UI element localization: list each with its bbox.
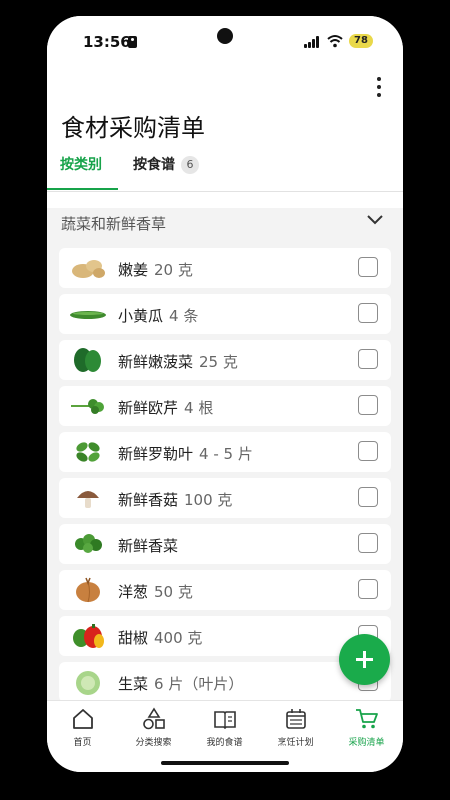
item-name: 洋葱 (118, 583, 149, 601)
tab-by-category[interactable]: 按类别 (60, 154, 102, 174)
nav-category-search[interactable]: 分类搜索 (118, 707, 189, 748)
more-menu-icon[interactable] (367, 74, 391, 102)
bell-pepper-icon (73, 624, 104, 648)
spinach-icon (74, 348, 101, 372)
tab-label: 按食谱 (133, 157, 175, 173)
status-bar: 13:56 78 (47, 16, 403, 68)
nav-label: 我的食谱 (206, 738, 243, 748)
tab-label: 按类别 (60, 157, 102, 173)
shapes-icon (143, 707, 165, 730)
mushroom-icon (77, 491, 99, 508)
item-quantity: 4 根 (184, 399, 214, 417)
active-tab-indicator (47, 188, 118, 190)
item-quantity: 25 克 (199, 353, 238, 371)
cucumber-icon (70, 311, 106, 319)
item-quantity: 20 克 (154, 261, 193, 279)
list-item[interactable]: 新鲜香菜 (59, 524, 391, 564)
lettuce-icon (76, 671, 100, 695)
book-icon (214, 711, 236, 730)
list-item[interactable]: 洋葱 50 克 (59, 570, 391, 610)
item-quantity: 4 条 (169, 307, 199, 325)
item-name: 生菜 (118, 675, 149, 693)
app-bar: 食材采购清单 按类别 按食谱 6 (47, 68, 403, 208)
divider (47, 191, 403, 192)
list-item[interactable]: 新鲜欧芹 4 根 (59, 386, 391, 426)
item-quantity: 6 片（叶片） (154, 675, 244, 693)
item-checkbox[interactable] (358, 395, 378, 415)
item-name: 新鲜香菇 (118, 491, 179, 509)
list-item[interactable]: 嫩姜 20 克 (59, 248, 391, 288)
list-item[interactable]: 新鲜香菇 100 克 (59, 478, 391, 518)
nav-label: 采购清单 (348, 738, 385, 748)
list-item[interactable]: 新鲜罗勒叶 4 - 5 片 (59, 432, 391, 472)
ginger-icon (72, 260, 105, 278)
wifi-icon (327, 35, 343, 48)
nav-home[interactable]: 首页 (47, 707, 118, 748)
item-quantity: 50 克 (154, 583, 193, 601)
cilantro-icon (75, 534, 102, 553)
item-checkbox[interactable] (358, 303, 378, 323)
nav-shopping-list[interactable]: 采购清单 (331, 707, 402, 748)
basil-icon (76, 442, 100, 462)
nav-cooking-plan[interactable]: 烹饪计划 (260, 707, 331, 748)
item-name: 新鲜嫩菠菜 (118, 353, 194, 371)
list-item[interactable]: 小黄瓜 4 条 (59, 294, 391, 334)
item-name: 新鲜欧芹 (118, 399, 179, 417)
item-checkbox[interactable] (358, 579, 378, 599)
phone-screen: 13:56 78 食材采购清单 按类别 按食谱 6 蔬菜和新鲜香草 嫩姜 20 … (47, 16, 403, 772)
nav-label: 首页 (73, 738, 92, 748)
recipe-count-badge: 6 (181, 156, 199, 174)
item-checkbox[interactable] (358, 349, 378, 369)
item-quantity: 4 - 5 片 (199, 445, 253, 463)
item-quantity: 100 克 (184, 491, 233, 509)
calendar-icon (286, 709, 306, 729)
item-checkbox[interactable] (358, 441, 378, 461)
page-title: 食材采购清单 (61, 114, 205, 142)
item-checkbox[interactable] (358, 533, 378, 553)
parsley-icon (71, 399, 104, 414)
add-item-button[interactable] (339, 634, 390, 685)
camera-cutout (217, 28, 233, 44)
status-time: 13:56 (83, 33, 131, 51)
nav-label: 分类搜索 (135, 738, 172, 748)
home-icon (73, 709, 93, 729)
list-item[interactable]: 新鲜嫩菠菜 25 克 (59, 340, 391, 380)
home-indicator[interactable] (161, 761, 289, 765)
item-name: 甜椒 (118, 629, 149, 647)
cart-icon (356, 709, 378, 729)
item-name: 新鲜罗勒叶 (118, 445, 194, 463)
tab-by-recipe[interactable]: 按食谱 6 (133, 154, 199, 174)
item-checkbox[interactable] (358, 257, 378, 277)
sim-icon (128, 36, 137, 48)
item-quantity: 400 克 (154, 629, 203, 647)
nav-my-recipes[interactable]: 我的食谱 (189, 707, 260, 748)
nav-label: 烹饪计划 (277, 738, 314, 748)
item-name: 嫩姜 (118, 261, 149, 279)
signal-icon (304, 36, 322, 48)
category-title: 蔬菜和新鲜香草 (61, 215, 167, 233)
onion-icon (76, 577, 100, 603)
item-name: 小黄瓜 (118, 307, 164, 325)
item-checkbox[interactable] (358, 487, 378, 507)
chevron-down-icon[interactable] (365, 210, 385, 230)
category-header[interactable]: 蔬菜和新鲜香草 (47, 208, 403, 244)
item-name: 新鲜香菜 (118, 537, 179, 555)
battery-badge: 78 (349, 34, 373, 48)
